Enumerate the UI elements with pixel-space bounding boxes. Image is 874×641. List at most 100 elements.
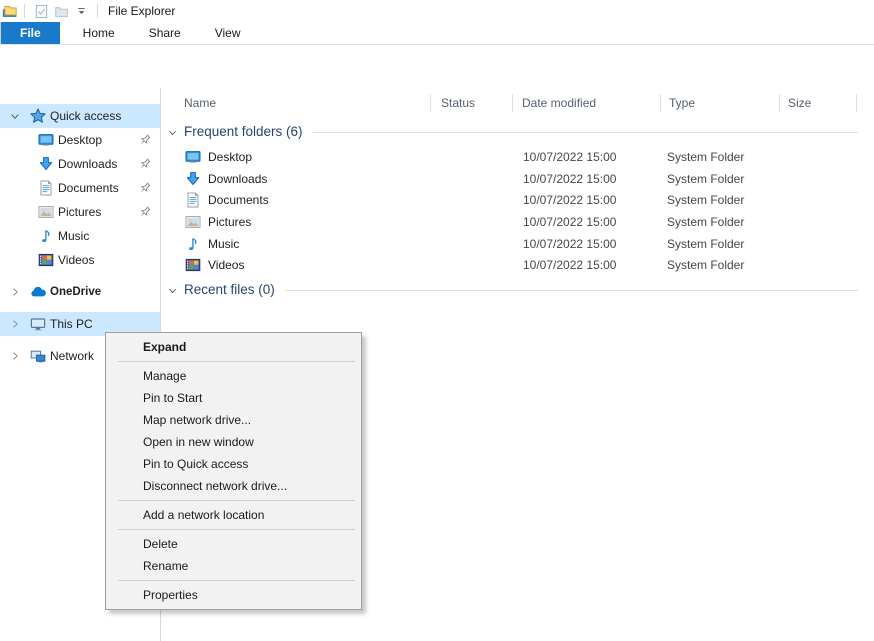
qat-customize-dropdown[interactable]	[71, 1, 91, 21]
file-row-documents[interactable]: Documents 10/07/2022 15:00 System Folder	[161, 189, 874, 211]
file-type: System Folder	[661, 237, 780, 251]
menu-item-map-network-drive[interactable]: Map network drive...	[106, 409, 361, 431]
group-header-rule	[313, 132, 858, 133]
file-date-modified: 10/07/2022 15:00	[513, 172, 661, 186]
downloads-icon	[185, 171, 201, 187]
sidebar-item-label: This PC	[50, 317, 93, 331]
app-icon	[2, 3, 18, 19]
file-type: System Folder	[661, 172, 780, 186]
menu-separator	[118, 500, 355, 501]
group-header-recent-files[interactable]: Recent files (0)	[161, 279, 874, 300]
menu-item-properties[interactable]: Properties	[106, 584, 361, 606]
file-date-modified: 10/07/2022 15:00	[513, 193, 661, 207]
new-folder-icon	[54, 4, 69, 19]
star-icon	[30, 108, 46, 124]
menu-item-delete[interactable]: Delete	[106, 533, 361, 555]
sidebar-item-label: Quick access	[50, 109, 121, 123]
menu-item-pin-to-start[interactable]: Pin to Start	[106, 387, 361, 409]
file-explorer-window: File Explorer File Home Share View Quick…	[0, 0, 874, 641]
sidebar-item-label: OneDrive	[50, 286, 101, 298]
pin-icon[interactable]	[138, 205, 152, 219]
chevron-right-icon[interactable]	[9, 350, 21, 362]
file-name: Videos	[208, 258, 244, 272]
chevron-right-icon[interactable]	[9, 286, 21, 298]
sidebar-item-videos[interactable]: Videos	[0, 248, 160, 272]
group-header-rule	[285, 290, 858, 291]
column-header-row: Name Status Date modified Type Size	[161, 90, 874, 116]
sidebar-item-onedrive[interactable]: OneDrive	[0, 280, 160, 304]
chevron-down-icon[interactable]	[167, 127, 178, 138]
chevron-down-icon[interactable]	[167, 285, 178, 296]
file-row-desktop[interactable]: Desktop 10/07/2022 15:00 System Folder	[161, 146, 874, 168]
column-header-status[interactable]: Status	[431, 90, 513, 116]
sidebar-item-desktop[interactable]: Desktop	[0, 128, 160, 152]
documents-icon	[38, 180, 54, 196]
sidebar-item-label: Network	[50, 349, 94, 363]
file-row-music[interactable]: Music 10/07/2022 15:00 System Folder	[161, 233, 874, 255]
file-type: System Folder	[661, 150, 780, 164]
tab-home[interactable]: Home	[66, 22, 132, 44]
menu-item-disconnect-network-drive[interactable]: Disconnect network drive...	[106, 475, 361, 497]
pin-icon[interactable]	[138, 133, 152, 147]
menu-item-open-in-new-window[interactable]: Open in new window	[106, 431, 361, 453]
file-row-videos[interactable]: Videos 10/07/2022 15:00 System Folder	[161, 255, 874, 277]
file-name: Music	[208, 237, 239, 251]
sidebar-item-quick-access[interactable]: Quick access	[0, 104, 160, 128]
group-header-label: Frequent folders (6)	[184, 124, 303, 139]
column-header-size[interactable]: Size	[780, 90, 857, 116]
file-name: Desktop	[208, 150, 252, 164]
file-row-pictures[interactable]: Pictures 10/07/2022 15:00 System Folder	[161, 211, 874, 233]
file-type: System Folder	[661, 193, 780, 207]
navigation-bar: Quick access	[0, 45, 874, 88]
chevron-down-icon	[75, 5, 88, 18]
tab-file[interactable]: File	[1, 22, 60, 44]
file-date-modified: 10/07/2022 15:00	[513, 237, 661, 251]
title-bar: File Explorer	[0, 0, 874, 22]
music-icon	[185, 236, 201, 252]
menu-item-pin-to-quick-access[interactable]: Pin to Quick access	[106, 453, 361, 475]
file-row-downloads[interactable]: Downloads 10/07/2022 15:00 System Folder	[161, 168, 874, 190]
column-header-name[interactable]: Name	[161, 90, 431, 116]
sidebar-item-music[interactable]: Music	[0, 224, 160, 248]
tab-share[interactable]: Share	[132, 22, 198, 44]
menu-item-manage[interactable]: Manage	[106, 365, 361, 387]
menu-item-rename[interactable]: Rename	[106, 555, 361, 577]
chevron-right-icon[interactable]	[9, 318, 21, 330]
videos-icon	[38, 252, 54, 268]
pictures-icon	[38, 204, 54, 220]
group-header-frequent-folders[interactable]: Frequent folders (6)	[161, 121, 874, 142]
file-type: System Folder	[661, 215, 780, 229]
music-icon	[38, 228, 54, 244]
menu-item-expand[interactable]: Expand	[106, 336, 361, 358]
menu-separator	[118, 361, 355, 362]
sidebar-item-label: Desktop	[58, 133, 102, 147]
menu-separator	[118, 580, 355, 581]
tab-view[interactable]: View	[198, 22, 258, 44]
pictures-icon	[185, 214, 201, 230]
documents-icon	[185, 192, 201, 208]
file-date-modified: 10/07/2022 15:00	[513, 215, 661, 229]
this-pc-icon	[30, 316, 46, 332]
chevron-down-icon[interactable]	[9, 110, 21, 122]
sidebar-item-label: Pictures	[58, 205, 101, 219]
desktop-icon	[185, 149, 201, 165]
window-title: File Explorer	[108, 4, 175, 18]
properties-icon	[34, 4, 49, 19]
sidebar-item-downloads[interactable]: Downloads	[0, 152, 160, 176]
onedrive-icon	[30, 284, 46, 300]
titlebar-separator	[97, 4, 98, 18]
pin-icon[interactable]	[138, 157, 152, 171]
pin-icon[interactable]	[138, 181, 152, 195]
file-name: Documents	[208, 193, 269, 207]
titlebar-separator	[24, 4, 25, 18]
sidebar-item-documents[interactable]: Documents	[0, 176, 160, 200]
qat-properties-button[interactable]	[31, 1, 51, 21]
desktop-icon	[38, 132, 54, 148]
column-header-type[interactable]: Type	[661, 90, 780, 116]
qat-new-folder-button[interactable]	[51, 1, 71, 21]
column-header-date-modified[interactable]: Date modified	[513, 90, 661, 116]
file-date-modified: 10/07/2022 15:00	[513, 258, 661, 272]
sidebar-item-pictures[interactable]: Pictures	[0, 200, 160, 224]
file-date-modified: 10/07/2022 15:00	[513, 150, 661, 164]
menu-item-add-network-location[interactable]: Add a network location	[106, 504, 361, 526]
